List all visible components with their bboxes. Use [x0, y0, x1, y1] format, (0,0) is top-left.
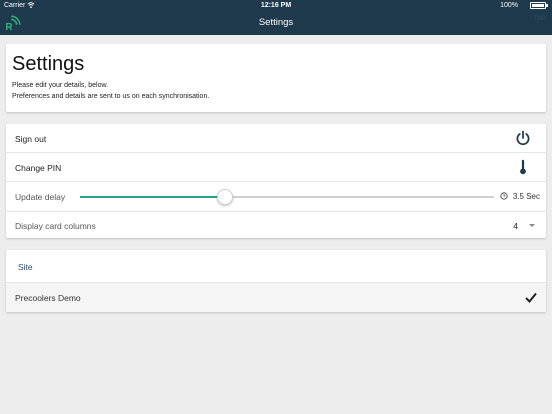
thermometer-icon[interactable]	[519, 159, 527, 175]
page-title: Settings	[12, 53, 85, 75]
settings-header-card: Settings Please edit your details, below…	[6, 44, 546, 112]
site-section-header: Site	[6, 250, 546, 283]
chevron-down-icon[interactable]	[529, 224, 535, 227]
sign-out-label: Sign out	[15, 134, 47, 144]
update-delay-label: Update delay	[15, 192, 66, 202]
display-columns-row[interactable]: Display card columns 4	[6, 212, 546, 238]
change-pin-row[interactable]: Change PIN	[6, 153, 546, 182]
slider-fill	[80, 196, 225, 198]
site-header-label: Site	[18, 262, 33, 272]
status-time: 12:16 PM	[260, 2, 292, 9]
site-list-item[interactable]: Precoolers Demo	[6, 283, 546, 312]
display-columns-label: Display card columns	[15, 221, 96, 231]
checkmark-icon	[525, 292, 537, 303]
sign-out-row[interactable]: Sign out	[6, 124, 546, 153]
header-description-line1: Please edit your details, below.	[12, 82, 109, 89]
slider-thumb[interactable]	[216, 189, 233, 205]
nav-faint-label: TMP	[533, 16, 546, 22]
site-card: Site Precoolers Demo	[6, 250, 546, 312]
change-pin-label: Change PIN	[15, 163, 62, 173]
site-item-label: Precoolers Demo	[15, 293, 81, 303]
header-description-line2: Preferences and details are sent to us o…	[12, 93, 210, 100]
battery-percent: 100%	[500, 2, 518, 9]
update-delay-row: Update delay 3.5 Sec	[6, 182, 546, 212]
nav-title: Settings	[258, 17, 294, 28]
power-icon[interactable]	[515, 130, 531, 146]
preferences-card: Sign out Change PIN Update delay 3.5 Sec…	[6, 124, 546, 238]
update-delay-slider[interactable]	[80, 189, 494, 205]
status-bar: Carrier 12:16 PM 100%	[0, 0, 552, 12]
update-delay-value: 3.5 Sec	[512, 192, 540, 201]
display-columns-value[interactable]: 4	[513, 221, 518, 231]
nav-bar: R Settings TMP	[0, 12, 552, 35]
battery-icon	[530, 2, 548, 9]
clock-icon	[500, 192, 508, 200]
